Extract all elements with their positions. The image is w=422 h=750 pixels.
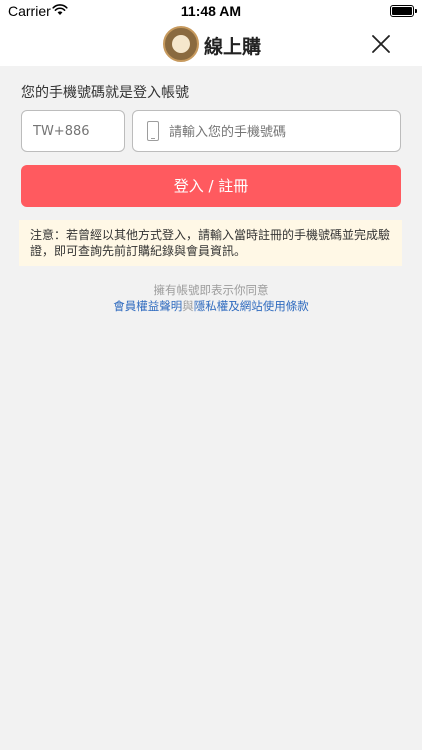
page-title: 線上購 <box>204 36 262 58</box>
brand-logo-icon <box>163 26 199 62</box>
phone-section-label: 您的手機號碼就是登入帳號 <box>21 85 189 101</box>
phone-input[interactable] <box>167 111 391 153</box>
status-bar: Carrier 11:48 AM <box>0 0 422 22</box>
notice-box: 注意：若曾經以其他方式登入，請輸入當時註冊的手機號碼並完成驗證，即可查詢先前訂購… <box>19 220 402 266</box>
close-icon[interactable] <box>370 33 392 55</box>
mobile-phone-icon <box>147 121 159 141</box>
agreement-prefix: 擁有帳號即表示你同意 <box>153 283 269 297</box>
member-terms-link[interactable]: 會員權益聲明 <box>113 299 182 313</box>
status-time: 11:48 AM <box>180 3 242 19</box>
country-code-input[interactable] <box>21 110 125 152</box>
phone-field[interactable] <box>132 110 401 153</box>
privacy-terms-link[interactable]: 隱私權及網站使用條款 <box>194 299 309 313</box>
nav-bar: 線上購 <box>0 22 422 66</box>
login-register-button[interactable]: 登入 / 註冊 <box>21 165 401 207</box>
agreement-and: 與 <box>182 299 194 313</box>
battery-icon <box>390 5 417 17</box>
agreement: 擁有帳號即表示你同意 會員權益聲明與隱私權及網站使用條款 <box>0 282 422 314</box>
login-form: 您的手機號碼就是登入帳號 登入 / 註冊 注意：若曾經以其他方式登入，請輸入當時… <box>0 66 422 750</box>
